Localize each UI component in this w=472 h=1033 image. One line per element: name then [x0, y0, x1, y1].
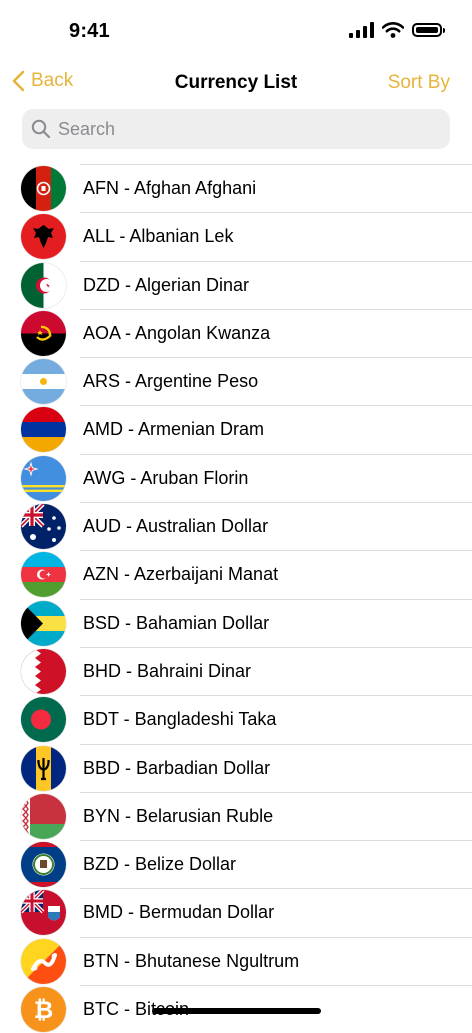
- bahrain-flag-icon: [21, 648, 66, 694]
- currency-label: BYN - Belarusian Ruble: [83, 805, 274, 826]
- currency-label: BTN - Bhutanese Ngultrum: [83, 950, 300, 971]
- row-separator: [80, 598, 472, 600]
- currency-label: BMD - Bermudan Dollar: [83, 902, 275, 923]
- svg-text:₿: ₿: [34, 996, 54, 1024]
- afghanistan-flag-icon: [21, 166, 66, 211]
- algeria-flag-icon: [21, 262, 66, 308]
- australia-flag-icon: [21, 504, 66, 550]
- currency-label: AWG - Aruban Florin: [83, 467, 249, 488]
- bermuda-flag-icon: [21, 890, 66, 936]
- row-separator: [80, 550, 472, 552]
- currency-label: AUD - Australian Dollar: [83, 516, 269, 537]
- list-item[interactable]: AOA - Angolan Kwanza: [0, 308, 472, 357]
- list-item[interactable]: BSD - Bahamian Dollar: [0, 598, 472, 647]
- list-item[interactable]: BHD - Bahraini Dinar: [0, 646, 472, 695]
- row-separator: [80, 743, 472, 745]
- row-separator: [80, 985, 472, 987]
- sort-by-button[interactable]: Sort By: [388, 72, 450, 94]
- currency-label: AZN - Azerbaijani Manat: [83, 564, 279, 585]
- list-item[interactable]: ARS - Argentine Peso: [0, 357, 472, 405]
- status-bar: 9:41: [0, 0, 472, 64]
- row-separator: [80, 840, 472, 842]
- armenia-flag-icon: [21, 407, 66, 453]
- row-separator: [80, 164, 472, 165]
- list-item[interactable]: AWG - Aruban Florin: [0, 453, 472, 502]
- list-item[interactable]: BDT - Bangladeshi Taka: [0, 695, 472, 743]
- currency-label: AOA - Angolan Kwanza: [83, 322, 271, 343]
- aruba-flag-icon: [21, 455, 66, 501]
- list-item[interactable]: BBD - Barbadian Dollar: [0, 743, 472, 792]
- row-separator: [80, 405, 472, 407]
- albania-flag-icon: [21, 214, 66, 260]
- list-item[interactable]: DZD - Algerian Dinar: [0, 260, 472, 309]
- currency-label: DZD - Algerian Dinar: [83, 274, 250, 295]
- search-icon: [31, 119, 51, 139]
- currency-list: AFN - Afghan Afghani ALL - Albanian Lek …: [0, 164, 472, 1033]
- list-item[interactable]: AFN - Afghan Afghani: [0, 164, 472, 212]
- list-item[interactable]: AZN - Azerbaijani Manat: [0, 550, 472, 598]
- row-separator: [80, 308, 472, 310]
- list-item[interactable]: AMD - Armenian Dram: [0, 405, 472, 453]
- home-indicator[interactable]: [152, 1008, 321, 1014]
- row-separator: [80, 888, 472, 890]
- bitcoin-icon: ₿: [21, 987, 66, 1033]
- list-item[interactable]: BYN - Belarusian Ruble: [0, 791, 472, 840]
- bangladesh-flag-icon: [21, 697, 66, 743]
- bahamas-flag-icon: [21, 600, 66, 646]
- currency-label: BDT - Bangladeshi Taka: [83, 709, 277, 730]
- currency-label: BHD - Bahraini Dinar: [83, 660, 252, 681]
- row-separator: [80, 212, 472, 214]
- row-separator: [80, 260, 472, 262]
- list-item[interactable]: AUD - Australian Dollar: [0, 502, 472, 550]
- bhutan-flag-icon: [21, 938, 66, 984]
- list-item[interactable]: BZD - Belize Dollar: [0, 840, 472, 888]
- status-icons: [349, 22, 445, 38]
- list-item[interactable]: BTN - Bhutanese Ngultrum: [0, 936, 472, 985]
- currency-label: ARS - Argentine Peso: [83, 371, 259, 392]
- belize-flag-icon: [21, 842, 66, 888]
- search-bar[interactable]: [22, 109, 450, 149]
- row-separator: [80, 646, 472, 648]
- currency-label: ALL - Albanian Lek: [83, 226, 234, 247]
- currency-label: BBD - Barbadian Dollar: [83, 757, 271, 778]
- angola-flag-icon: [21, 310, 66, 356]
- currency-label: BSD - Bahamian Dollar: [83, 612, 270, 633]
- row-separator: [80, 453, 472, 455]
- row-separator: [80, 791, 472, 793]
- status-time: 9:41: [69, 20, 110, 42]
- row-separator: [80, 936, 472, 938]
- row-separator: [80, 695, 472, 697]
- battery-icon: [412, 23, 445, 37]
- search-input[interactable]: [56, 117, 440, 141]
- cellular-signal-icon: [349, 22, 374, 38]
- azerbaijan-flag-icon: [21, 552, 66, 598]
- list-item[interactable]: BMD - Bermudan Dollar: [0, 888, 472, 936]
- currency-label: AFN - Afghan Afghani: [83, 178, 257, 198]
- row-separator: [80, 357, 472, 359]
- barbados-flag-icon: [21, 745, 66, 791]
- list-item[interactable]: ALL - Albanian Lek: [0, 212, 472, 260]
- argentina-flag-icon: [21, 359, 66, 405]
- currency-label: AMD - Armenian Dram: [83, 419, 265, 440]
- wifi-icon: [382, 22, 404, 38]
- currency-label: BZD - Belize Dollar: [83, 854, 237, 875]
- belarus-flag-icon: [21, 793, 66, 839]
- row-separator: [80, 502, 472, 504]
- navigation-bar: Back Currency List Sort By: [0, 64, 472, 104]
